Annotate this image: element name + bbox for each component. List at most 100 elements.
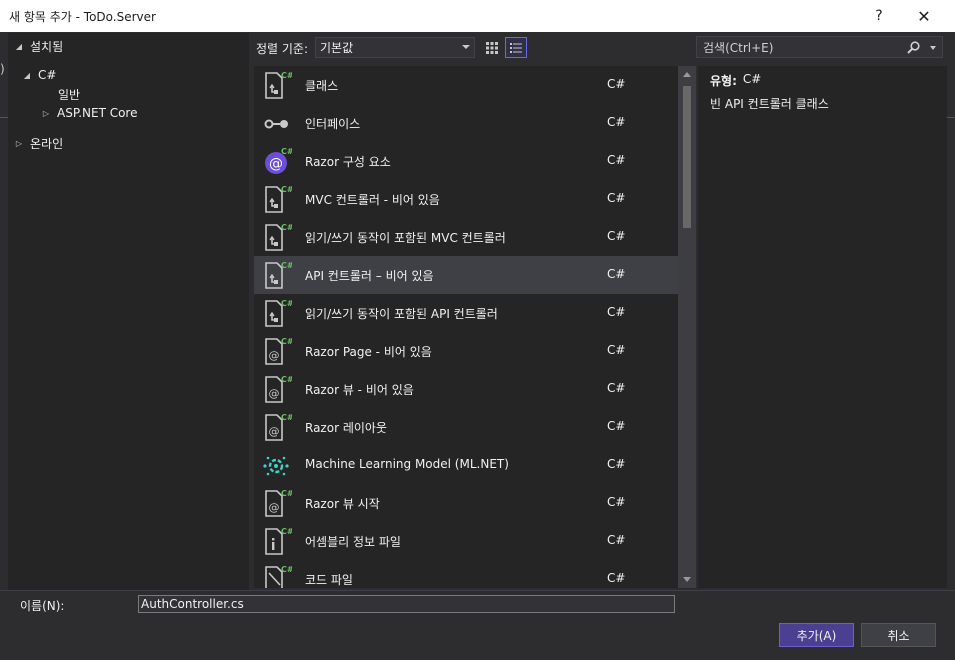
svg-text:C#: C# xyxy=(281,185,292,194)
details-type-value: C# xyxy=(742,72,762,86)
svg-text:@: @ xyxy=(269,156,283,172)
mlnet-icon xyxy=(260,449,292,481)
template-row[interactable]: @C#Razor 레이아웃C# xyxy=(254,408,678,446)
expanded-arrow-icon[interactable]: ◢ xyxy=(14,42,24,51)
template-name: 어셈블리 정보 파일 xyxy=(305,535,401,549)
template-row[interactable]: @C#Razor 뷰 - 비어 있음C# xyxy=(254,370,678,408)
template-language: C# xyxy=(607,343,626,357)
tree-item-label: C# xyxy=(38,68,57,82)
collapsed-arrow-icon[interactable]: ▷ xyxy=(41,109,51,118)
list-view-button[interactable] xyxy=(505,37,527,58)
template-name: Razor 구성 요소 xyxy=(305,155,391,169)
grid-view-button[interactable] xyxy=(481,37,503,58)
expanded-arrow-icon[interactable]: ◢ xyxy=(22,71,32,80)
svg-text:@: @ xyxy=(269,349,280,362)
template-language: C# xyxy=(607,495,626,509)
template-language: C# xyxy=(607,229,626,243)
template-language: C# xyxy=(607,305,626,319)
category-tree: ◢ 설치됨 ◢ C# 일반 ▷ ASP.NET Core ▷ 온라인 xyxy=(8,33,249,591)
svg-text:C#: C# xyxy=(281,337,292,346)
details-description: 빈 API 컨트롤러 클래스 xyxy=(710,97,829,111)
template-language: C# xyxy=(607,381,626,395)
tree-item-csharp[interactable]: ◢ C# xyxy=(22,66,57,84)
collapsed-arrow-icon[interactable]: ▷ xyxy=(14,139,24,148)
template-row[interactable]: C# MVC 컨트롤러 - 비어 있음 C# xyxy=(254,180,678,218)
tree-item-aspnet-core[interactable]: ▷ ASP.NET Core xyxy=(41,104,138,122)
tree-item-label: 온라인 xyxy=(30,136,64,151)
window-title: 새 항목 추가 - ToDo.Server xyxy=(9,10,156,24)
razor-page-icon: @C# xyxy=(260,487,294,519)
title-bar: 새 항목 추가 - ToDo.Server ? ✕ xyxy=(0,0,955,32)
template-name: Razor 뷰 - 비어 있음 xyxy=(305,383,414,397)
grid-view-icon xyxy=(486,41,498,54)
template-row[interactable]: @C# Razor 구성 요소 C# xyxy=(254,142,678,180)
close-button[interactable]: ✕ xyxy=(902,0,946,32)
template-name: 클래스 xyxy=(305,79,339,93)
template-language: C# xyxy=(607,571,626,585)
csharp-class-icon: C# xyxy=(260,69,294,101)
assembly-info-icon: C# xyxy=(260,525,294,557)
search-options-icon[interactable] xyxy=(930,46,936,50)
interface-icon xyxy=(260,107,292,139)
help-button[interactable]: ? xyxy=(857,0,901,32)
template-name: 읽기/쓰기 동작이 포함된 MVC 컨트롤러 xyxy=(305,231,506,245)
csharp-file-icon: C# xyxy=(260,297,294,329)
tree-item-label: ASP.NET Core xyxy=(57,106,138,120)
svg-text:@: @ xyxy=(269,387,280,400)
template-name: 인터페이스 xyxy=(305,117,361,131)
svg-text:C#: C# xyxy=(281,527,292,536)
scroll-thumb[interactable] xyxy=(683,86,691,228)
search-box[interactable]: 검색(Ctrl+E) xyxy=(696,36,943,58)
svg-text:C#: C# xyxy=(281,413,292,422)
csharp-file-icon: C# xyxy=(260,221,294,253)
tree-item-online[interactable]: ▷ 온라인 xyxy=(14,134,63,152)
cancel-button[interactable]: 취소 xyxy=(861,623,936,647)
template-list-scrollbar[interactable] xyxy=(678,66,696,588)
template-row[interactable]: @C#Razor 뷰 시작C# xyxy=(254,484,678,522)
tree-item-general[interactable]: 일반 xyxy=(58,85,80,103)
details-pane: 유형: C# 빈 API 컨트롤러 클래스 xyxy=(698,66,947,588)
search-icon[interactable] xyxy=(907,41,920,54)
template-language: C# xyxy=(607,153,626,167)
tree-item-installed[interactable]: ◢ 설치됨 xyxy=(14,37,63,55)
razor-component-icon: @C# xyxy=(260,145,294,177)
template-language: C# xyxy=(607,457,626,471)
template-language: C# xyxy=(607,77,626,91)
template-row[interactable]: @C#Razor Page - 비어 있음C# xyxy=(254,332,678,370)
template-row[interactable]: C# 읽기/쓰기 동작이 포함된 API 컨트롤러 C# xyxy=(254,294,678,332)
template-name: Razor 뷰 시작 xyxy=(305,497,380,511)
template-name: API 컨트롤러 – 비어 있음 xyxy=(305,269,434,283)
template-row[interactable]: C# 어셈블리 정보 파일 C# xyxy=(254,522,678,560)
sort-label: 정렬 기준: xyxy=(256,42,309,56)
razor-page-icon: @C# xyxy=(260,335,294,367)
template-name: Razor Page - 비어 있음 xyxy=(305,345,432,359)
sort-dropdown[interactable]: 기본값 xyxy=(315,37,475,58)
csharp-file-icon: C# xyxy=(260,183,294,215)
code-file-icon: C# xyxy=(260,563,294,588)
background-fragment: ) xyxy=(0,62,5,76)
tree-item-label: 일반 xyxy=(58,87,81,102)
scroll-up-icon[interactable] xyxy=(683,72,691,77)
template-name: 코드 파일 xyxy=(305,573,353,587)
template-row[interactable]: C# 코드 파일 C# xyxy=(254,560,678,588)
template-row[interactable]: C# API 컨트롤러 – 비어 있음 C# xyxy=(254,256,678,294)
details-type-label: 유형: xyxy=(710,74,737,88)
razor-page-icon: @C# xyxy=(260,411,294,443)
template-row[interactable]: 인터페이스 C# xyxy=(254,104,678,142)
template-list: C#클래스C#인터페이스C#@C#Razor 구성 요소C#C#MVC 컨트롤러… xyxy=(254,66,696,588)
template-row[interactable]: Machine Learning Model (ML.NET) C# xyxy=(254,446,678,484)
add-button[interactable]: 추가(A) xyxy=(779,623,854,647)
svg-text:C#: C# xyxy=(281,71,292,80)
template-row[interactable]: C# 읽기/쓰기 동작이 포함된 MVC 컨트롤러 C# xyxy=(254,218,678,256)
template-row[interactable]: C# 클래스 C# xyxy=(254,66,678,104)
template-language: C# xyxy=(607,115,626,129)
template-name: Machine Learning Model (ML.NET) xyxy=(305,457,509,471)
svg-text:C#: C# xyxy=(281,261,292,270)
name-input[interactable] xyxy=(138,595,675,613)
template-language: C# xyxy=(607,533,626,547)
svg-text:C#: C# xyxy=(281,375,292,384)
svg-text:C#: C# xyxy=(281,489,292,498)
svg-text:@: @ xyxy=(269,501,280,514)
scroll-down-icon[interactable] xyxy=(683,577,691,582)
list-view-icon xyxy=(510,42,522,53)
